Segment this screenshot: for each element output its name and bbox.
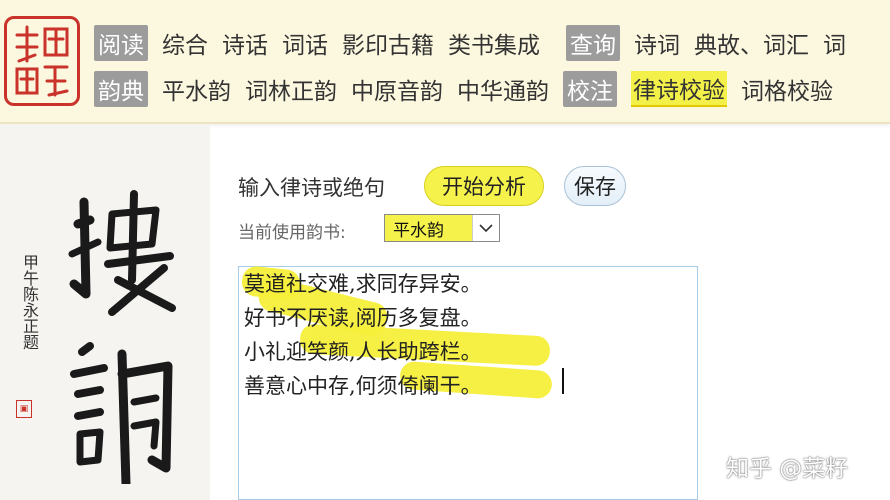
nav-item-poems[interactable]: 诗词 [634, 26, 680, 60]
nav-item-pingshui[interactable]: 平水韵 [162, 72, 231, 106]
nav-item-facsimile[interactable]: 影印古籍 [342, 26, 434, 60]
nav-item-cilin[interactable]: 词林正韵 [245, 72, 337, 106]
source-watermark: 知乎 @菜籽 [726, 456, 849, 482]
nav-item-ci-truncated[interactable]: 词 [823, 26, 846, 60]
nav-item-leishu[interactable]: 类书集成 [448, 26, 540, 60]
nav-item-allusions[interactable]: 典故、词汇 [694, 26, 809, 60]
poem-line: 小礼迎笑颜,人长助跨栏。 [244, 340, 482, 364]
nav-item-zhonghua[interactable]: 中华通韵 [457, 72, 549, 106]
poem-line: 好书不厌读,阅历多复盘。 [244, 306, 482, 330]
save-button[interactable]: 保存 [564, 166, 626, 206]
rhyme-book-select[interactable]: 平水韵 [384, 214, 500, 242]
top-navigation: 阅读 综合 诗话 词话 影印古籍 类书集成 查询 诗词 典故、词汇 词 韵典 平… [0, 0, 890, 124]
nav-item-cige-check[interactable]: 词格校验 [741, 72, 833, 106]
nav-category-query: 查询 [566, 25, 620, 61]
nav-item-general[interactable]: 综合 [162, 26, 208, 60]
nav-category-reading: 阅读 [94, 25, 148, 61]
nav-row-rhyme: 韵典 平水韵 词林正韵 中原音韵 中华通韵 校注 律诗校验 词格校验 [94, 71, 847, 107]
nav-item-zhongyuan[interactable]: 中原音韵 [351, 72, 443, 106]
seal-glyph-icon [15, 25, 69, 97]
nav-category-rhyme: 韵典 [94, 71, 148, 107]
calligraphy-panel: 甲午陈永正题 ▣ [0, 124, 210, 500]
poem-line: 莫道社交难,求同存异安。 [244, 272, 482, 296]
text-caret [562, 368, 564, 394]
small-seal-stamp: ▣ [16, 400, 32, 418]
poem-input-prompt: 输入律诗或绝句 [238, 176, 385, 200]
rhyme-book-label: 当前使用韵书: [238, 223, 346, 243]
calligraphy-inscription: 甲午陈永正题 [20, 254, 39, 350]
nav-category-annotate: 校注 [563, 71, 617, 107]
site-logo-seal[interactable] [4, 16, 80, 106]
rhyme-book-selected-value: 平水韵 [393, 220, 444, 241]
nav-item-lvshi-check[interactable]: 律诗校验 [631, 71, 727, 107]
nav-row-reading: 阅读 综合 诗话 词话 影印古籍 类书集成 查询 诗词 典故、词汇 词 [94, 25, 860, 61]
chevron-down-icon [472, 215, 499, 241]
poem-line: 善意心中存,何须倚阑干。 [244, 374, 482, 398]
calligraphy-artwork [68, 190, 176, 484]
start-analysis-button[interactable]: 开始分析 [424, 166, 544, 206]
nav-item-shihua[interactable]: 诗话 [222, 26, 268, 60]
nav-item-cihua[interactable]: 词话 [282, 26, 328, 60]
